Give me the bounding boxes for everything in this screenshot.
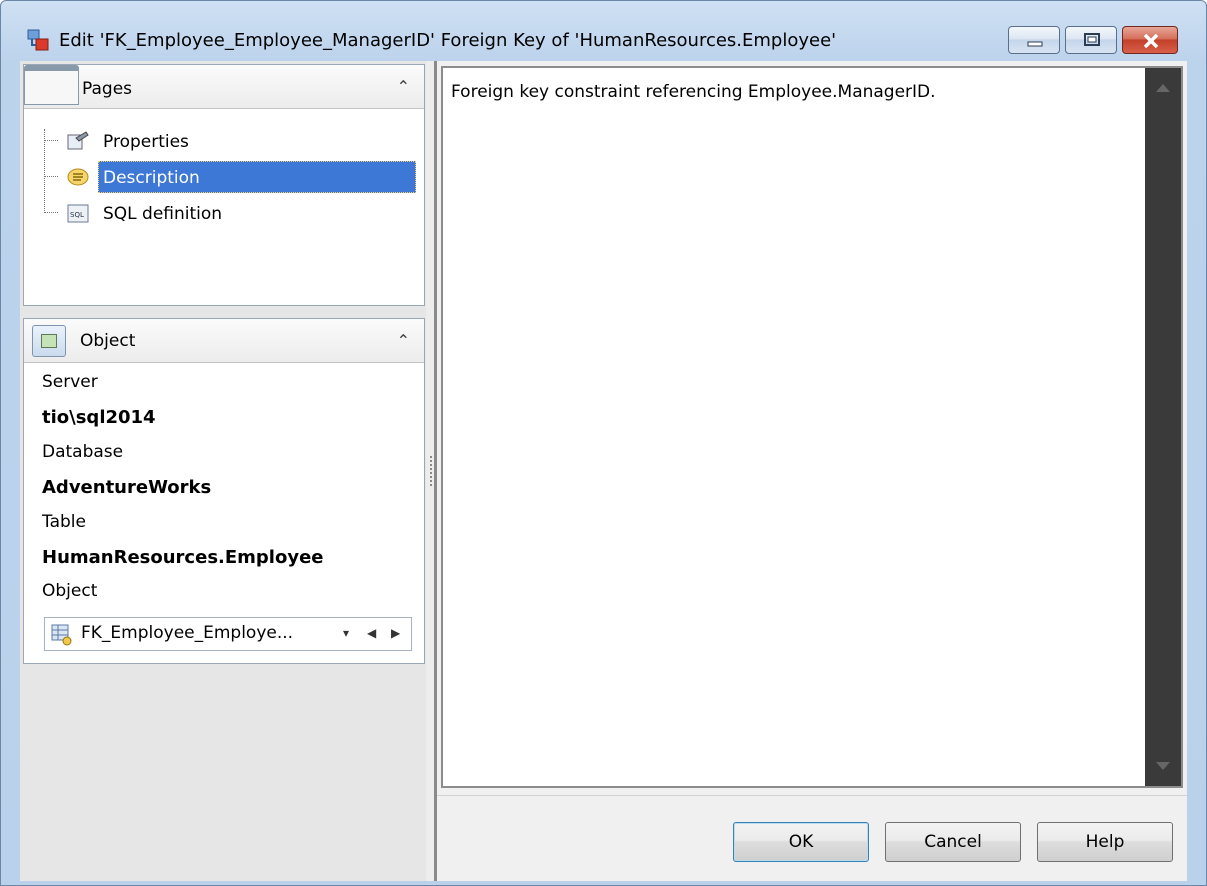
panel-splitter[interactable] [426,61,437,881]
page-item-sql-definition[interactable]: SQL SQL definition [44,195,416,231]
vertical-scrollbar[interactable] [1145,68,1181,786]
restore-icon [1084,33,1100,46]
previous-arrow-icon[interactable]: ◀ [367,626,376,640]
sql-icon: SQL [67,204,89,223]
ok-button[interactable]: OK [733,822,869,862]
close-button[interactable] [1122,26,1178,54]
object-panel-header[interactable]: Object ⌃ [24,319,424,363]
cancel-button[interactable]: Cancel [885,822,1021,862]
pages-panel: Pages ⌃ Properties Description SQL SQL d… [23,64,425,306]
database-label: Database [42,442,124,462]
table-label: Table [42,512,86,532]
page-item-label: SQL definition [103,204,223,224]
table-key-icon [51,624,72,646]
properties-icon [67,131,89,150]
page-item-description[interactable]: Description [44,159,416,195]
tree-branch [44,212,58,213]
scroll-up-icon[interactable] [1156,84,1170,92]
dialog-window: Edit 'FK_Employee_Employee_ManagerID' Fo… [0,0,1207,886]
object-panel-title: Object [80,331,136,351]
collapse-icon[interactable]: ⌃ [397,77,410,96]
object-panel: Object ⌃ Server tio\sql2014 Database Adv… [23,318,425,664]
minimize-icon [1027,41,1043,47]
collapse-icon[interactable]: ⌃ [397,331,410,350]
pages-panel-title: Pages [82,79,133,99]
object-icon [32,325,66,357]
window-title: Edit 'FK_Employee_Employee_ManagerID' Fo… [59,30,837,51]
scroll-down-icon[interactable] [1156,762,1170,770]
pages-panel-header[interactable]: Pages ⌃ [24,65,424,109]
page-item-label: Description [98,161,416,193]
tree-branch [44,140,58,141]
server-label: Server [42,372,98,392]
help-button[interactable]: Help [1037,822,1173,862]
minimize-button[interactable] [1008,26,1060,54]
page-item-properties[interactable]: Properties [44,123,416,159]
next-arrow-icon[interactable]: ▶ [391,626,400,640]
close-icon [1143,33,1159,49]
splitter-bar [434,61,437,881]
left-navigation: Pages ⌃ Properties Description SQL SQL d… [20,61,426,881]
title-bar[interactable]: Edit 'FK_Employee_Employee_ManagerID' Fo… [1,1,1206,61]
dialog-client: Pages ⌃ Properties Description SQL SQL d… [20,61,1187,881]
dropdown-arrow-icon[interactable]: ▾ [343,626,349,640]
button-bar: OK Cancel Help [437,795,1187,881]
object-label: Object [42,581,98,601]
splitter-grip[interactable] [430,456,433,486]
database-value: AdventureWorks [42,477,212,498]
pages-tab-icon [24,65,79,105]
description-editor[interactable]: Foreign key constraint referencing Emplo… [441,66,1183,788]
foreign-key-icon [27,29,49,51]
object-selector-value: FK_Employee_Employe... [81,623,294,643]
description-icon [67,168,89,186]
maximize-button[interactable] [1065,26,1117,54]
page-item-label: Properties [103,132,189,152]
tree-branch [44,176,58,177]
table-value: HumanResources.Employee [42,547,324,568]
svg-text:SQL: SQL [70,211,84,219]
description-text[interactable]: Foreign key constraint referencing Emplo… [451,82,936,102]
server-value: tio\sql2014 [42,407,156,428]
object-selector[interactable]: FK_Employee_Employe... ▾ ◀ ▶ [44,617,412,651]
